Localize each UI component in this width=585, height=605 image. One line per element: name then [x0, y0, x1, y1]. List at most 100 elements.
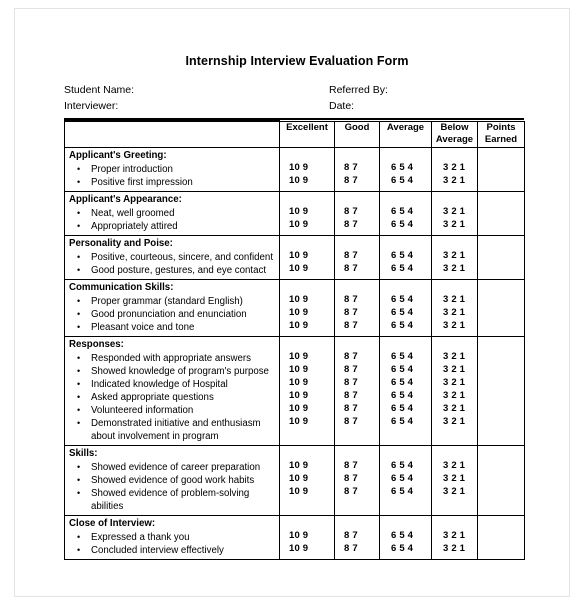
- score-option-excellent[interactable]: 10 9: [280, 472, 334, 485]
- score-cell-excellent[interactable]: 10 9 10 9 10 9: [279, 444, 335, 516]
- score-cell-good[interactable]: 8 78 78 78 78 78 7: [334, 335, 380, 446]
- score-cell-good[interactable]: 8 78 7: [334, 190, 380, 236]
- score-option-excellent[interactable]: 10 9: [280, 205, 334, 218]
- score-cell-average[interactable]: 6 5 46 5 4: [379, 514, 432, 560]
- score-option-below-average[interactable]: 3 2 1: [432, 350, 477, 363]
- score-option-excellent[interactable]: 10 9: [280, 293, 334, 306]
- score-option-below-average[interactable]: 3 2 1: [432, 472, 477, 485]
- score-option-good[interactable]: 8 7: [335, 376, 379, 389]
- score-option-excellent[interactable]: 10 9: [280, 363, 334, 376]
- score-cell-below-average[interactable]: 3 2 13 2 1: [431, 514, 478, 560]
- score-option-good[interactable]: 8 7: [335, 249, 379, 262]
- score-option-average[interactable]: 6 5 4: [380, 389, 431, 402]
- score-option-below-average[interactable]: 3 2 1: [432, 529, 477, 542]
- score-option-below-average[interactable]: 3 2 1: [432, 293, 477, 306]
- score-option-good[interactable]: 8 7: [335, 350, 379, 363]
- score-option-excellent[interactable]: 10 9: [280, 306, 334, 319]
- score-cell-good[interactable]: 8 78 7: [334, 514, 380, 560]
- score-option-below-average[interactable]: 3 2 1: [432, 218, 477, 231]
- points-earned-cell[interactable]: [477, 234, 525, 280]
- score-option-average[interactable]: 6 5 4: [380, 218, 431, 231]
- score-option-average[interactable]: 6 5 4: [380, 459, 431, 472]
- score-option-below-average[interactable]: 3 2 1: [432, 402, 477, 415]
- score-cell-average[interactable]: 6 5 46 5 46 5 4: [379, 444, 432, 516]
- score-cell-average[interactable]: 6 5 46 5 4: [379, 190, 432, 236]
- score-option-excellent[interactable]: 10 9: [280, 350, 334, 363]
- score-option-below-average[interactable]: 3 2 1: [432, 174, 477, 187]
- score-cell-below-average[interactable]: 3 2 13 2 13 2 1: [431, 278, 478, 337]
- score-cell-below-average[interactable]: 3 2 13 2 13 2 13 2 13 2 13 2 1: [431, 335, 478, 446]
- score-option-good[interactable]: 8 7: [335, 218, 379, 231]
- score-option-excellent[interactable]: 10 9: [280, 319, 334, 332]
- score-cell-excellent[interactable]: 10 9 10 9: [279, 514, 335, 560]
- points-earned-cell[interactable]: [477, 146, 525, 192]
- score-cell-excellent[interactable]: 10 9 10 9 10 9: [279, 278, 335, 337]
- score-option-below-average[interactable]: 3 2 1: [432, 363, 477, 376]
- score-option-excellent[interactable]: 10 9: [280, 218, 334, 231]
- score-option-good[interactable]: 8 7: [335, 319, 379, 332]
- score-option-average[interactable]: 6 5 4: [380, 262, 431, 275]
- score-cell-below-average[interactable]: 3 2 13 2 1: [431, 234, 478, 280]
- score-option-good[interactable]: 8 7: [335, 363, 379, 376]
- score-option-below-average[interactable]: 3 2 1: [432, 205, 477, 218]
- score-cell-excellent[interactable]: 10 9 10 9 10 9 10 9 10 9 10 9: [279, 335, 335, 446]
- score-option-average[interactable]: 6 5 4: [380, 485, 431, 498]
- score-option-average[interactable]: 6 5 4: [380, 376, 431, 389]
- score-option-average[interactable]: 6 5 4: [380, 319, 431, 332]
- score-option-good[interactable]: 8 7: [335, 459, 379, 472]
- score-option-average[interactable]: 6 5 4: [380, 205, 431, 218]
- score-option-good[interactable]: 8 7: [335, 485, 379, 498]
- score-option-below-average[interactable]: 3 2 1: [432, 376, 477, 389]
- score-option-good[interactable]: 8 7: [335, 205, 379, 218]
- score-option-good[interactable]: 8 7: [335, 542, 379, 555]
- score-option-good[interactable]: 8 7: [335, 262, 379, 275]
- score-option-average[interactable]: 6 5 4: [380, 542, 431, 555]
- score-option-average[interactable]: 6 5 4: [380, 306, 431, 319]
- score-cell-good[interactable]: 8 78 78 7: [334, 444, 380, 516]
- score-cell-excellent[interactable]: 10 9 10 9: [279, 190, 335, 236]
- score-option-below-average[interactable]: 3 2 1: [432, 319, 477, 332]
- score-option-excellent[interactable]: 10 9: [280, 389, 334, 402]
- score-option-good[interactable]: 8 7: [335, 306, 379, 319]
- score-option-average[interactable]: 6 5 4: [380, 363, 431, 376]
- score-option-average[interactable]: 6 5 4: [380, 350, 431, 363]
- score-option-excellent[interactable]: 10 9: [280, 485, 334, 498]
- score-cell-good[interactable]: 8 78 7: [334, 234, 380, 280]
- score-option-excellent[interactable]: 10 9: [280, 174, 334, 187]
- score-option-excellent[interactable]: 10 9: [280, 415, 334, 428]
- score-cell-below-average[interactable]: 3 2 13 2 1: [431, 146, 478, 192]
- points-earned-cell[interactable]: [477, 444, 525, 516]
- score-option-good[interactable]: 8 7: [335, 529, 379, 542]
- score-option-excellent[interactable]: 10 9: [280, 262, 334, 275]
- score-option-below-average[interactable]: 3 2 1: [432, 485, 477, 498]
- score-option-good[interactable]: 8 7: [335, 472, 379, 485]
- points-earned-cell[interactable]: [477, 190, 525, 236]
- points-earned-cell[interactable]: [477, 278, 525, 337]
- score-option-excellent[interactable]: 10 9: [280, 249, 334, 262]
- score-option-excellent[interactable]: 10 9: [280, 529, 334, 542]
- score-option-good[interactable]: 8 7: [335, 293, 379, 306]
- score-option-below-average[interactable]: 3 2 1: [432, 262, 477, 275]
- score-option-good[interactable]: 8 7: [335, 389, 379, 402]
- score-option-average[interactable]: 6 5 4: [380, 249, 431, 262]
- score-option-excellent[interactable]: 10 9: [280, 459, 334, 472]
- score-cell-below-average[interactable]: 3 2 13 2 13 2 1: [431, 444, 478, 516]
- score-option-average[interactable]: 6 5 4: [380, 293, 431, 306]
- points-earned-cell[interactable]: [477, 335, 525, 446]
- score-cell-excellent[interactable]: 10 9 10 9: [279, 234, 335, 280]
- score-option-excellent[interactable]: 10 9: [280, 376, 334, 389]
- points-earned-cell[interactable]: [477, 514, 525, 560]
- score-option-excellent[interactable]: 10 9: [280, 161, 334, 174]
- score-option-average[interactable]: 6 5 4: [380, 415, 431, 428]
- score-cell-excellent[interactable]: 10 9 10 9: [279, 146, 335, 192]
- score-option-excellent[interactable]: 10 9: [280, 402, 334, 415]
- score-cell-average[interactable]: 6 5 46 5 46 5 46 5 46 5 46 5 4: [379, 335, 432, 446]
- score-cell-good[interactable]: 8 78 7: [334, 146, 380, 192]
- score-option-good[interactable]: 8 7: [335, 161, 379, 174]
- score-cell-average[interactable]: 6 5 46 5 4: [379, 146, 432, 192]
- score-option-average[interactable]: 6 5 4: [380, 529, 431, 542]
- score-option-below-average[interactable]: 3 2 1: [432, 306, 477, 319]
- score-option-below-average[interactable]: 3 2 1: [432, 415, 477, 428]
- score-cell-below-average[interactable]: 3 2 13 2 1: [431, 190, 478, 236]
- score-option-good[interactable]: 8 7: [335, 174, 379, 187]
